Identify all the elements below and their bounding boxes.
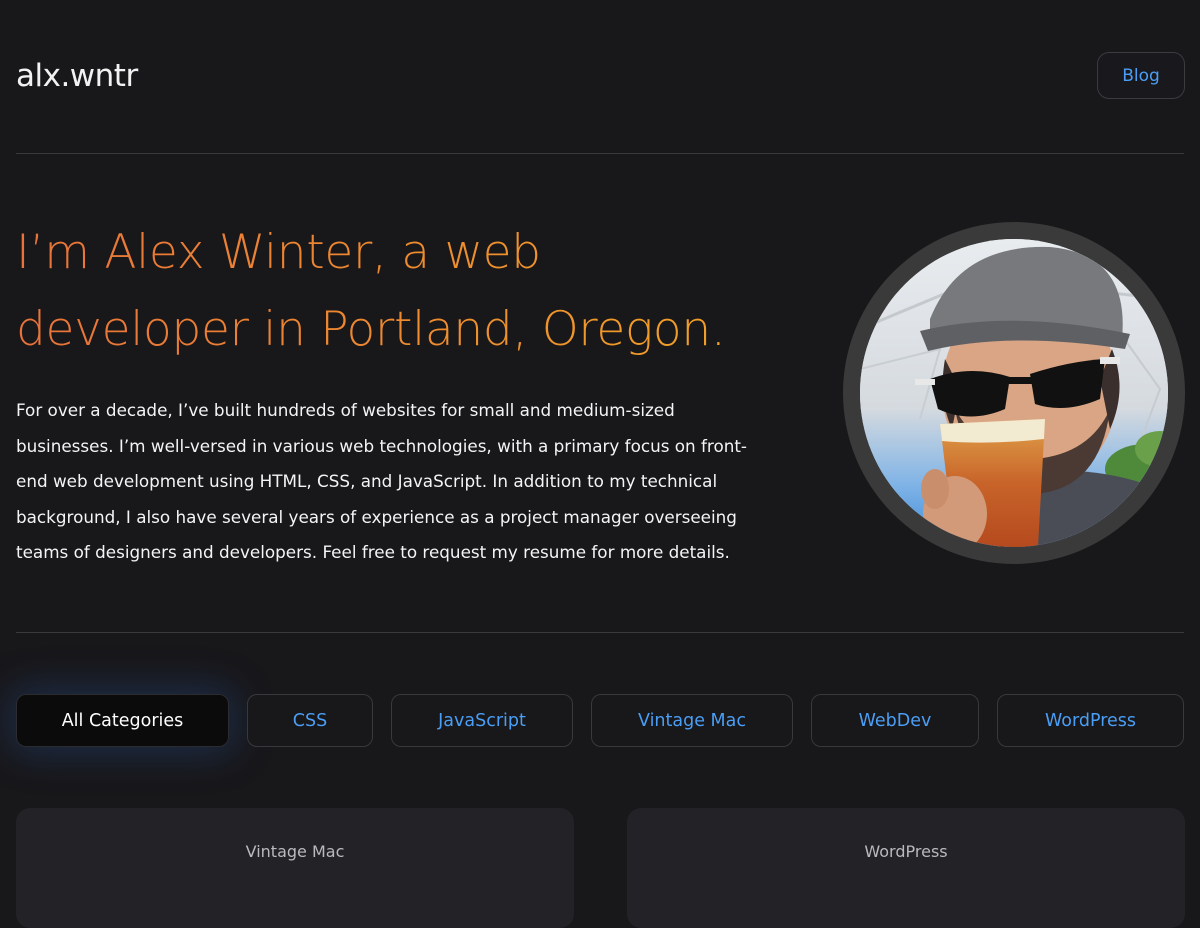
post-category: WordPress [864, 842, 948, 861]
filter-all-categories[interactable]: All Categories [16, 694, 229, 747]
post-category: Vintage Mac [245, 842, 345, 861]
bio-line: teams of designers and developers. Feel … [16, 542, 730, 562]
hero-headline: I’m Alex Winter, a web developer in Port… [16, 214, 816, 368]
filter-webdev[interactable]: WebDev [811, 694, 979, 747]
filter-wordpress[interactable]: WordPress [997, 694, 1184, 747]
filter-vintage-mac[interactable]: Vintage Mac [591, 694, 793, 747]
avatar [860, 239, 1168, 547]
site-title[interactable]: alx.wntr [16, 54, 138, 98]
header-divider [16, 153, 1184, 154]
hero-headline-line-2: developer in Portland, Oregon. [16, 291, 816, 368]
hero-headline-line-1: I’m Alex Winter, a web [16, 214, 816, 291]
bio-line: background, I also have several years of… [16, 506, 737, 527]
filter-javascript[interactable]: JavaScript [391, 694, 573, 747]
category-filters: All Categories CSS JavaScript Vintage Ma… [0, 694, 1200, 747]
blog-button[interactable]: Blog [1097, 52, 1185, 99]
avatar-photo [860, 239, 1168, 547]
bio-line: end web development using HTML, CSS, and… [16, 471, 718, 491]
bio-line: For over a decade, I’ve built hundreds o… [16, 400, 675, 420]
avatar-frame [843, 222, 1185, 564]
filter-css[interactable]: CSS [247, 694, 373, 747]
bio-line: businesses. I’m well-versed in various w… [16, 435, 747, 456]
hero-bio: For over a decade, I’ve built hundreds o… [16, 393, 806, 571]
section-divider [16, 632, 1184, 633]
post-card[interactable]: WordPress [627, 808, 1185, 928]
post-card[interactable]: Vintage Mac [16, 808, 574, 928]
